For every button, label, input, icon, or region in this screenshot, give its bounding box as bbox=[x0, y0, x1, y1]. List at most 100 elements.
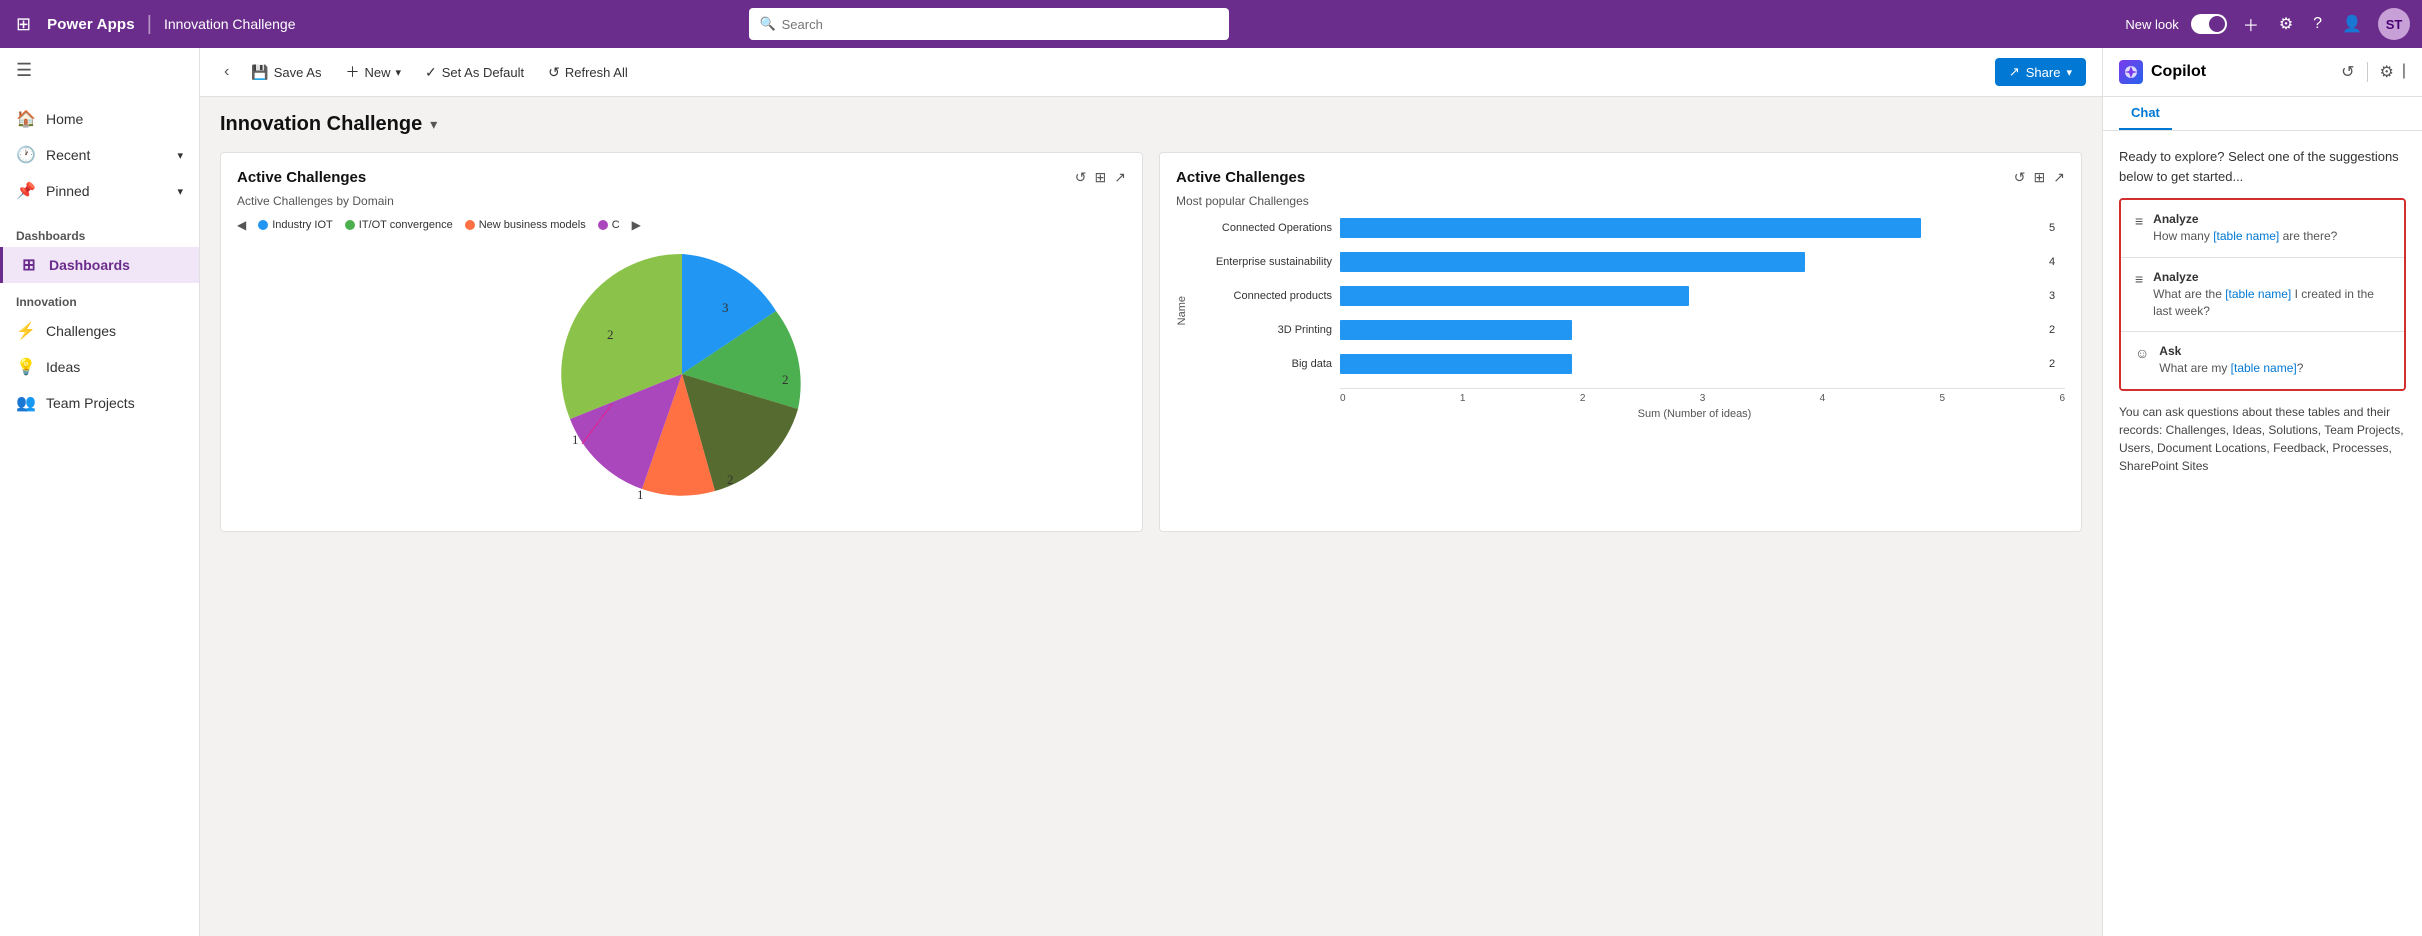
legend-label-it-ot: IT/OT convergence bbox=[359, 219, 453, 231]
suggestion-link-2[interactable]: [table name] bbox=[2231, 361, 2297, 375]
pie-chart-container: 3 2 2 1 1 2 bbox=[237, 244, 1126, 504]
account-icon[interactable]: 👤 bbox=[2338, 10, 2366, 38]
grid-icon[interactable]: ⊞ bbox=[12, 10, 35, 39]
sidebar-item-ideas[interactable]: 💡 Ideas bbox=[0, 349, 199, 385]
share-button[interactable]: ↗ Share ▾ bbox=[1995, 58, 2086, 86]
suggestion-link-1[interactable]: [table name] bbox=[2225, 287, 2291, 301]
sidebar-item-dashboards-label: Dashboards bbox=[49, 257, 130, 273]
chart2-refresh-icon[interactable]: ↺ bbox=[2014, 169, 2026, 186]
sidebar-item-pinned[interactable]: 📌 Pinned ▾ bbox=[0, 173, 199, 209]
chart2-expand-icon[interactable]: ⊞ bbox=[2034, 169, 2046, 186]
bar-label-4: Big data bbox=[1192, 358, 1332, 370]
refresh-all-button[interactable]: ↺ Refresh All bbox=[538, 58, 638, 87]
legend-dot-it-ot bbox=[345, 220, 355, 230]
bar-label-2: Connected products bbox=[1192, 290, 1332, 302]
sidebar-item-home-label: Home bbox=[46, 111, 83, 127]
back-button[interactable]: ‹ bbox=[216, 59, 237, 85]
suggestion-item-0[interactable]: ≡ Analyze How many [table name] are ther… bbox=[2121, 200, 2404, 257]
suggestion-icon-2: ☺ bbox=[2135, 345, 2149, 361]
bar-value-4: 2 bbox=[2049, 358, 2065, 370]
page-title-chevron-icon[interactable]: ▾ bbox=[430, 116, 437, 133]
settings-icon[interactable]: ⚙ bbox=[2275, 10, 2297, 38]
pie-chart-svg: 3 2 2 1 1 2 bbox=[552, 244, 812, 504]
sidebar-item-home[interactable]: 🏠 Home bbox=[0, 101, 199, 137]
suggestion-link-0[interactable]: [table name] bbox=[2213, 229, 2279, 243]
bar-track-1 bbox=[1340, 252, 2037, 272]
add-icon[interactable]: ＋ bbox=[2239, 8, 2263, 40]
copilot-panel: Copilot ↺ ⚙ | Chat Ready to explore? Sel… bbox=[2102, 48, 2422, 936]
chart1-fullscreen-icon[interactable]: ↗ bbox=[1114, 169, 1126, 186]
suggestion-icon-1: ≡ bbox=[2135, 271, 2143, 287]
chart1-expand-icon[interactable]: ⊞ bbox=[1095, 169, 1107, 186]
new-chevron-icon: ▾ bbox=[395, 66, 401, 79]
help-icon[interactable]: ? bbox=[2309, 11, 2326, 37]
page-title: Innovation Challenge bbox=[220, 113, 422, 136]
suggestion-type-1: Analyze bbox=[2153, 270, 2390, 284]
recent-chevron-icon: ▾ bbox=[177, 149, 183, 162]
bar-value-2: 3 bbox=[2049, 290, 2065, 302]
copilot-settings-icon[interactable]: ⚙ bbox=[2380, 62, 2394, 82]
copilot-header: Copilot ↺ ⚙ | bbox=[2103, 48, 2422, 97]
bar-row-2: Connected products 3 bbox=[1192, 286, 2065, 306]
sidebar: ☰ 🏠 Home 🕐 Recent ▾ 📌 Pinned ▾ Dashboard… bbox=[0, 48, 200, 936]
chart1-legend: ◀ Industry IOT IT/OT convergence New bus… bbox=[237, 218, 1126, 232]
copilot-footer-text: You can ask questions about these tables… bbox=[2119, 403, 2406, 475]
bar-xaxis: 0 1 2 3 4 5 6 bbox=[1340, 388, 2065, 404]
toolbar: ‹ 💾 Save As ＋ New ▾ ✓ Set As Default ↺ R… bbox=[200, 48, 2102, 97]
save-as-button[interactable]: 💾 Save As bbox=[241, 58, 331, 87]
avatar[interactable]: ST bbox=[2378, 8, 2410, 40]
suggestion-icon-0: ≡ bbox=[2135, 213, 2143, 229]
copilot-refresh-icon[interactable]: ↺ bbox=[2341, 62, 2354, 82]
suggestion-desc-1: What are the [table name] I created in t… bbox=[2153, 286, 2390, 320]
sidebar-item-recent[interactable]: 🕐 Recent ▾ bbox=[0, 137, 199, 173]
search-input[interactable] bbox=[782, 17, 1220, 32]
ideas-icon: 💡 bbox=[16, 357, 36, 377]
new-look-toggle[interactable] bbox=[2191, 14, 2227, 34]
chart2-subtitle: Most popular Challenges bbox=[1176, 194, 2065, 208]
suggestion-desc-0: How many [table name] are there? bbox=[2153, 228, 2337, 245]
bar-row-1: Enterprise sustainability 4 bbox=[1192, 252, 2065, 272]
chart2-actions: ↺ ⊞ ↗ bbox=[2014, 169, 2065, 186]
legend-label-industry-iot: Industry IOT bbox=[272, 219, 333, 231]
bar-yaxis-label: Name bbox=[1176, 296, 1188, 325]
suggestion-item-1[interactable]: ≡ Analyze What are the [table name] I cr… bbox=[2121, 257, 2404, 332]
chart1-refresh-icon[interactable]: ↺ bbox=[1075, 169, 1087, 186]
new-button[interactable]: ＋ New ▾ bbox=[335, 56, 411, 88]
set-as-default-button[interactable]: ✓ Set As Default bbox=[415, 58, 534, 87]
home-icon: 🏠 bbox=[16, 109, 36, 129]
chart1-actions: ↺ ⊞ ↗ bbox=[1075, 169, 1126, 186]
sidebar-item-challenges[interactable]: ⚡ Challenges bbox=[0, 313, 199, 349]
sidebar-item-ideas-label: Ideas bbox=[46, 359, 80, 375]
chart1-legend-next[interactable]: ▶ bbox=[632, 218, 641, 232]
dashboards-section-label: Dashboards bbox=[0, 217, 199, 247]
bar-fill-2 bbox=[1340, 286, 1689, 306]
copilot-tab-chat[interactable]: Chat bbox=[2119, 97, 2172, 130]
refresh-icon: ↺ bbox=[548, 64, 560, 81]
bar-fill-0 bbox=[1340, 218, 1921, 238]
bar-row-3: 3D Printing 2 bbox=[1192, 320, 2065, 340]
search-bar[interactable]: 🔍 bbox=[749, 8, 1229, 40]
suggestion-item-2[interactable]: ☺ Ask What are my [table name]? bbox=[2121, 331, 2404, 389]
sidebar-item-dashboards[interactable]: ⊞ Dashboards bbox=[0, 247, 199, 283]
chart1-title: Active Challenges bbox=[237, 169, 366, 186]
sidebar-item-recent-label: Recent bbox=[46, 147, 90, 163]
svg-text:1: 1 bbox=[637, 487, 644, 502]
copilot-header-icons: ↺ ⚙ | bbox=[2341, 62, 2406, 82]
sidebar-item-team-projects[interactable]: 👥 Team Projects bbox=[0, 385, 199, 421]
share-chevron-icon: ▾ bbox=[2066, 66, 2072, 79]
bar-fill-4 bbox=[1340, 354, 1572, 374]
bar-fill-3 bbox=[1340, 320, 1572, 340]
chart1-legend-prev[interactable]: ◀ bbox=[237, 218, 246, 232]
chart2-fullscreen-icon[interactable]: ↗ bbox=[2053, 169, 2065, 186]
copilot-icon bbox=[2119, 60, 2143, 84]
legend-item-new-business: New business models bbox=[465, 219, 586, 231]
bar-track-3 bbox=[1340, 320, 2037, 340]
bar-label-3: 3D Printing bbox=[1192, 324, 1332, 336]
bar-label-0: Connected Operations bbox=[1192, 222, 1332, 234]
copilot-close-icon[interactable]: | bbox=[2402, 62, 2406, 82]
sidebar-item-pinned-label: Pinned bbox=[46, 183, 90, 199]
sidebar-collapse-button[interactable]: ☰ bbox=[0, 48, 199, 93]
bar-chart-inner: Name Connected Operations 5 Enterprise s… bbox=[1176, 218, 2065, 404]
bar-xaxis-label: Sum (Number of ideas) bbox=[1324, 408, 2065, 420]
bar-value-3: 2 bbox=[2049, 324, 2065, 336]
